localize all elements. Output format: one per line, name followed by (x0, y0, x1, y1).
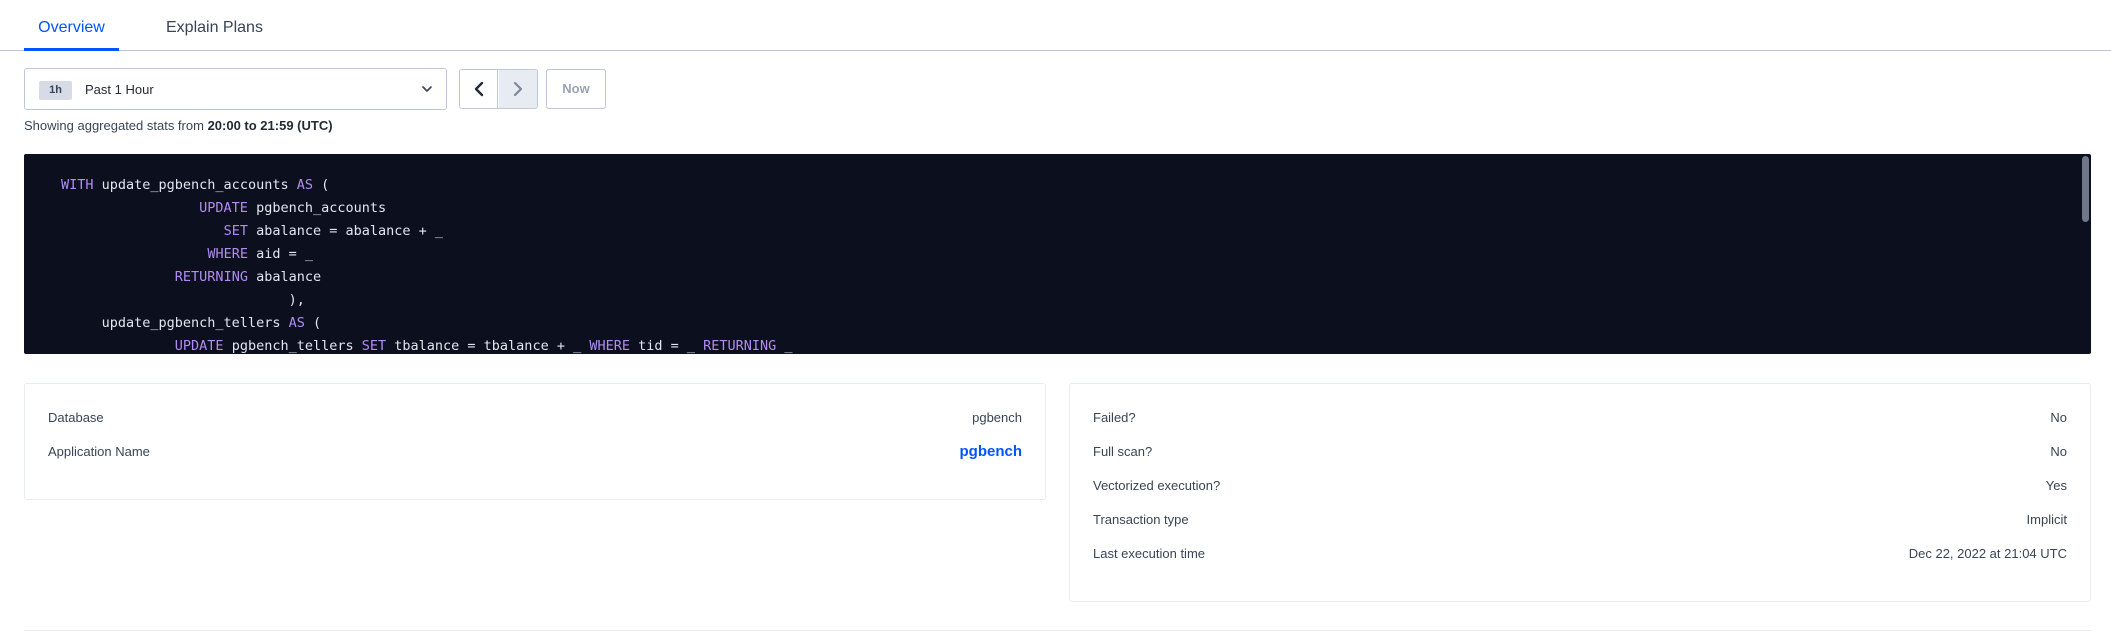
sql-code: WITH update_pgbench_accounts AS ( UPDATE… (61, 174, 793, 354)
stat-value: Yes (2045, 478, 2067, 493)
stat-value: Dec 22, 2022 at 21:04 UTC (1908, 546, 2067, 561)
stat-row-last-execution: Last execution time Dec 22, 2022 at 21:0… (1093, 537, 2067, 571)
summary-panel-left: Database pgbench Application Name pgbenc… (24, 383, 1046, 500)
aggregated-stats-text: Showing aggregated stats from 20:00 to 2… (24, 118, 333, 134)
stat-label: Full scan? (1093, 444, 1153, 459)
sql-keyword: AS (296, 177, 313, 193)
stat-label: Database (48, 410, 104, 425)
stat-row-failed: Failed? No (1093, 401, 2067, 435)
sql-line: WHERE aid = _ (61, 243, 793, 266)
stat-label: Failed? (1093, 410, 1136, 425)
sql-text: pgbench_tellers (223, 338, 362, 354)
stat-label: Transaction type (1093, 512, 1189, 527)
sql-text: ), (61, 292, 305, 308)
sql-text: aid = _ (247, 246, 313, 262)
statement-details-page: Overview Explain Plans 1h Past 1 Hour No… (0, 0, 2111, 637)
sql-text: ( (304, 315, 322, 331)
stat-row-application-name: Application Name pgbench (48, 435, 1022, 469)
application-name-link[interactable]: pgbench (960, 435, 1023, 469)
tab-explain-plans[interactable]: Explain Plans (166, 0, 263, 51)
stat-label: Vectorized execution? (1093, 478, 1221, 493)
sql-keyword: WHERE (207, 246, 248, 262)
sql-line: SET abalance = abalance + _ (61, 220, 793, 243)
sql-line: WITH update_pgbench_accounts AS ( (61, 174, 793, 197)
previous-period-button[interactable] (460, 70, 498, 108)
aggregated-range: 20:00 to 21:59 (UTC) (207, 118, 333, 133)
sql-text: update_pgbench_tellers (61, 315, 289, 331)
stat-label: Application Name (48, 444, 150, 459)
sql-line: UPDATE pgbench_tellers SET tbalance = tb… (61, 335, 793, 354)
sql-text: pgbench_accounts (247, 200, 387, 216)
sql-keyword: UPDATE (174, 338, 224, 354)
stat-value: Implicit (2026, 512, 2067, 527)
stat-row-full-scan: Full scan? No (1093, 435, 2067, 469)
summary-panel-right: Failed? No Full scan? No Vectorized exec… (1069, 383, 2091, 602)
sql-text: ( (312, 177, 330, 193)
sql-keyword: RETURNING (174, 269, 248, 285)
sql-line: update_pgbench_tellers AS ( (61, 312, 793, 335)
sql-keyword: WHERE (589, 338, 630, 354)
now-button[interactable]: Now (546, 69, 606, 109)
sql-keyword: WITH (61, 177, 94, 193)
sql-text: tid = _ (629, 338, 704, 354)
sql-line: RETURNING abalance (61, 266, 793, 289)
stat-value: pgbench (972, 410, 1022, 425)
time-nav-group (459, 69, 538, 109)
sql-text: update_pgbench_accounts (93, 177, 297, 193)
next-period-button[interactable] (499, 70, 537, 108)
stat-label: Last execution time (1093, 546, 1206, 561)
sql-keyword: RETURNING (703, 338, 777, 354)
sql-statement-block[interactable]: WITH update_pgbench_accounts AS ( UPDATE… (24, 154, 2091, 354)
time-range-label: Past 1 Hour (85, 82, 154, 97)
sql-keyword: SET (223, 223, 248, 239)
time-range-select[interactable]: 1h Past 1 Hour (24, 68, 447, 110)
sql-text: abalance (247, 269, 322, 285)
aggregated-prefix: Showing aggregated stats from (24, 118, 208, 133)
sql-keyword: UPDATE (199, 200, 248, 216)
time-range-badge: 1h (39, 81, 72, 100)
stat-row-vectorized: Vectorized execution? Yes (1093, 469, 2067, 503)
chevron-down-icon (422, 86, 432, 92)
sql-line: ), (61, 289, 793, 312)
chevron-right-icon (513, 81, 523, 97)
sql-keyword: AS (288, 315, 305, 331)
stat-row-transaction-type: Transaction type Implicit (1093, 503, 2067, 537)
sql-text: tbalance = tbalance + _ (386, 338, 590, 354)
stat-row-database: Database pgbench (48, 401, 1022, 435)
tab-bar: Overview Explain Plans (0, 0, 2111, 51)
code-scrollbar[interactable] (2082, 156, 2089, 222)
stat-value: No (2050, 444, 2067, 459)
section-divider (24, 630, 2091, 631)
sql-text: _ (776, 338, 793, 354)
sql-keyword: SET (361, 338, 387, 354)
tab-overview[interactable]: Overview (24, 0, 119, 51)
active-tab-indicator (24, 48, 119, 51)
chevron-left-icon (474, 81, 484, 97)
sql-line: UPDATE pgbench_accounts (61, 197, 793, 220)
stat-value: No (2050, 410, 2067, 425)
sql-text: abalance = abalance + _ (247, 223, 444, 239)
